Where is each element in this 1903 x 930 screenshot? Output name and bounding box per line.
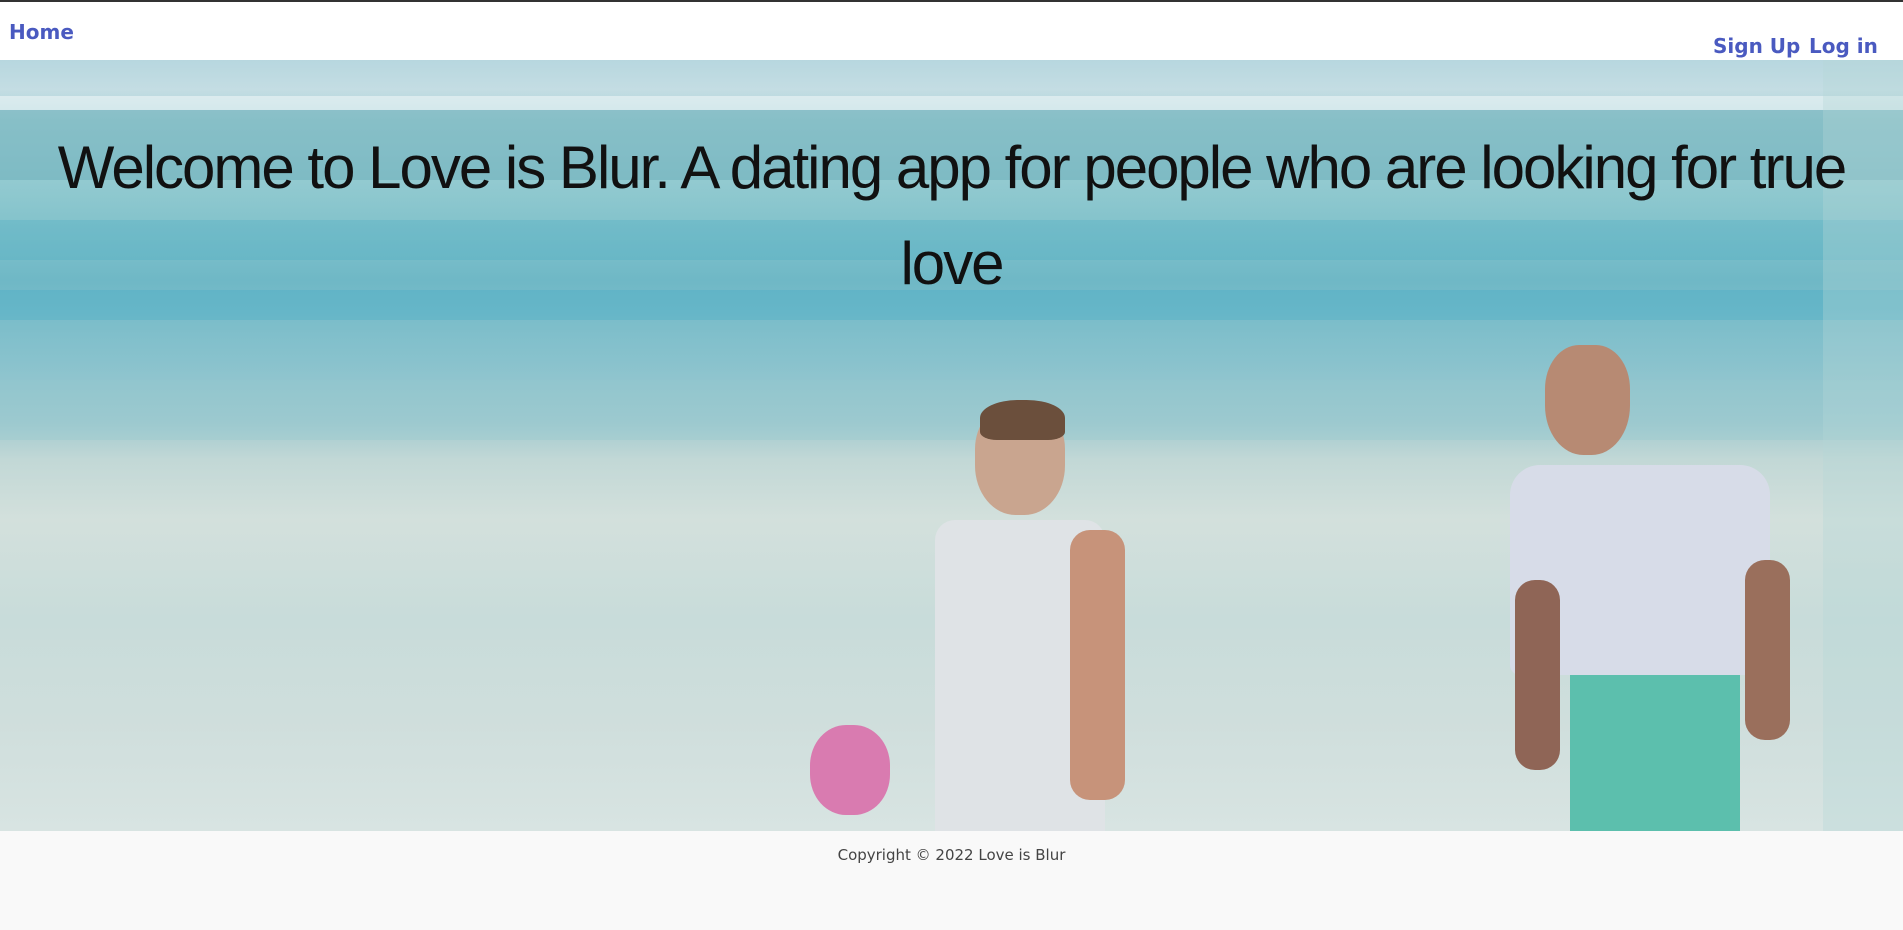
footer: Copyright © 2022 Love is Blur [0,831,1903,930]
hero-title: Welcome to Love is Blur. A dating app fo… [57,134,1847,297]
navbar: Home Sign Up Log in [0,2,1903,60]
sign-up-link[interactable]: Sign Up [1713,34,1800,58]
groom-figure-arm [1745,560,1790,740]
bride-figure-hair [980,400,1065,440]
groom-figure-head [1545,345,1630,455]
bouquet-figure [810,725,890,815]
copyright-text: Copyright © 2022 Love is Blur [837,846,1066,864]
groom-figure-shorts [1570,670,1740,831]
home-link[interactable]: Home [9,20,74,44]
hero-background-band [0,96,1903,110]
hero-banner: Welcome to Love is Blur. A dating app fo… [0,60,1903,831]
bride-figure-arm [1070,530,1125,800]
log-in-link[interactable]: Log in [1809,34,1878,58]
groom-figure-arm [1515,580,1560,770]
